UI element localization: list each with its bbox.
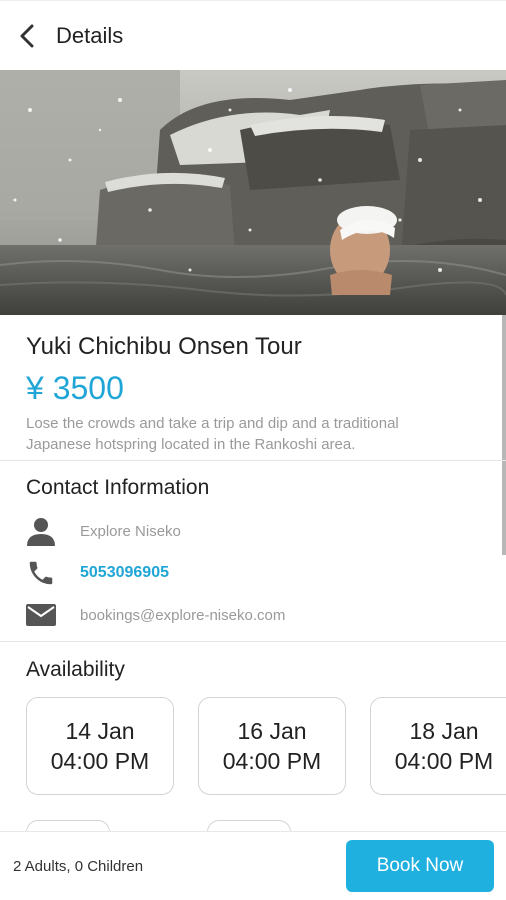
slot-time: 04:00 PM	[222, 748, 322, 774]
contact-section: Contact Information Explore Niseko 50530…	[0, 472, 502, 636]
slot-date: 16 Jan	[237, 718, 307, 744]
scrollbar[interactable]	[502, 315, 506, 555]
slot-date: 14 Jan	[65, 718, 135, 744]
app-header: Details	[0, 0, 506, 70]
tour-hero-image	[0, 70, 506, 315]
page-title: Details	[56, 22, 124, 48]
availability-section-title: Availability	[26, 658, 125, 681]
availability-slot[interactable]: 18 Jan 04:00 PM	[370, 697, 506, 795]
divider	[0, 460, 506, 461]
contact-email-row[interactable]: bookings@explore-niseko.com	[26, 594, 476, 636]
availability-slots: 14 Jan 04:00 PM 16 Jan 04:00 PM 18 Jan 0…	[26, 697, 506, 797]
contact-phone-link[interactable]: 5053096905	[80, 564, 169, 582]
contact-email[interactable]: bookings@explore-niseko.com	[80, 607, 285, 624]
booking-bar: 2 Adults, 0 Children Book Now	[0, 831, 506, 900]
tour-description: Lose the crowds and take a trip and dip …	[26, 415, 399, 453]
availability-slot[interactable]: 16 Jan 04:00 PM	[198, 697, 346, 795]
tour-info: Yuki Chichibu Onsen Tour ¥ 3500 Lose the…	[0, 315, 502, 455]
availability-section: Availability	[0, 654, 506, 686]
contact-section-title: Contact Information	[26, 476, 210, 499]
chevron-left-icon	[20, 24, 34, 47]
guest-count[interactable]: 2 Adults, 0 Children	[13, 858, 143, 875]
slot-time: 04:00 PM	[50, 748, 150, 774]
tour-title: Yuki Chichibu Onsen Tour	[26, 333, 302, 360]
slot-time: 04:00 PM	[394, 748, 494, 774]
contact-name-row: Explore Niseko	[26, 510, 476, 552]
divider	[0, 641, 506, 642]
person-icon	[27, 518, 55, 546]
phone-icon	[29, 561, 53, 585]
tour-price: ¥ 3500	[26, 370, 124, 406]
back-button[interactable]	[0, 1, 56, 71]
book-now-button[interactable]: Book Now	[346, 840, 494, 892]
email-icon	[26, 604, 56, 626]
contact-phone-row[interactable]: 5053096905	[26, 552, 476, 594]
contact-name: Explore Niseko	[80, 522, 181, 540]
availability-slot[interactable]: 14 Jan 04:00 PM	[26, 697, 174, 795]
slot-date: 18 Jan	[409, 718, 479, 744]
